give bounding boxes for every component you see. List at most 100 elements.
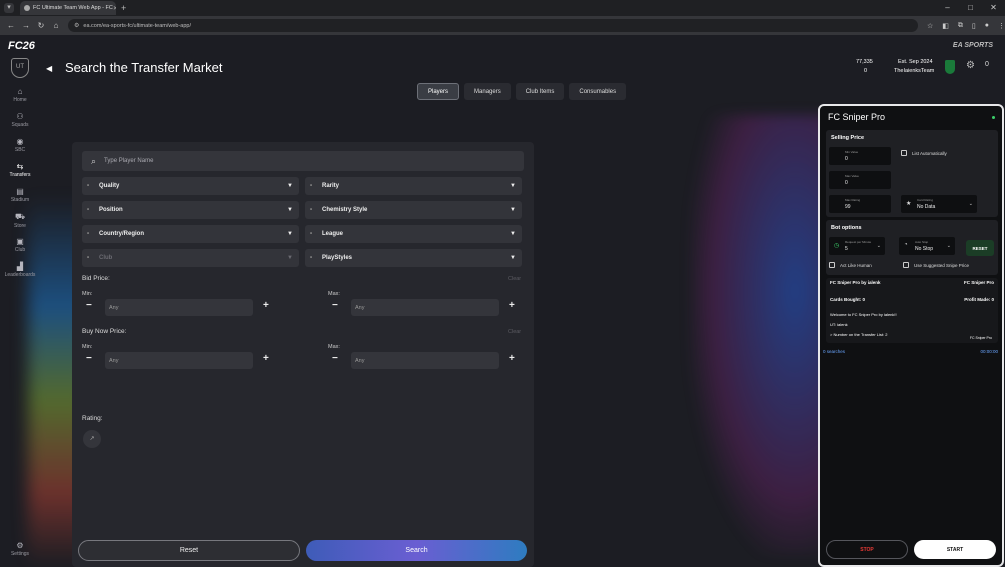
leaderboards-icon: ▟ [16, 262, 24, 271]
log-transfer-list: > Number on the Transfer List: 2 [830, 332, 888, 337]
request-per-minute-select[interactable]: ◷ Request per Minute 5 ⌄ [829, 237, 885, 255]
bid-min-input[interactable]: Any [105, 299, 253, 316]
position-dropdown[interactable]: • Position ▼ [82, 201, 299, 219]
sidebar-item-transfers[interactable]: ⇆ Transfers [0, 162, 40, 178]
buy-now-max-increase-button[interactable]: + [509, 353, 515, 364]
close-window-icon[interactable]: ✕ [982, 0, 1005, 16]
auto-stop-label: Auto Stop [915, 240, 929, 244]
tab-managers[interactable]: Managers [464, 83, 511, 100]
player-search-input[interactable]: ⌕ Type Player Name [82, 151, 524, 171]
country-region-dropdown[interactable]: • Country/Region ▼ [82, 225, 299, 243]
buy-now-min-decrease-button[interactable]: − [86, 353, 92, 364]
sidebar-item-label: SBC [14, 147, 26, 153]
store-icon: ⛟ [14, 212, 26, 221]
points-value: 0 [864, 68, 868, 74]
buy-now-max-input[interactable]: Any [351, 352, 499, 369]
sidebar-item-label: Leaderboards [4, 272, 36, 278]
sniper-reset-button[interactable]: RESET [966, 240, 994, 256]
buy-now-max-decrease-button[interactable]: − [332, 353, 338, 364]
league-dropdown[interactable]: • League ▼ [305, 225, 522, 243]
sidebar-item-home[interactable]: ⌂ Home [0, 87, 40, 103]
sidebar-item-store[interactable]: ⛟ Store [0, 212, 40, 229]
bid-min-label: Min: [82, 291, 93, 297]
close-tab-icon[interactable]: ✕ [113, 5, 116, 12]
sidebar-item-club[interactable]: ▣ Club [0, 237, 40, 253]
stop-button[interactable]: STOP [826, 540, 908, 559]
cards-bought-label: Cards Bought: [830, 297, 862, 302]
tab-players[interactable]: Players [417, 83, 460, 100]
league-label: League [322, 231, 344, 237]
min-value-field[interactable]: Min Value 0 [829, 147, 891, 165]
address-bar[interactable]: ⚙ ea.com/ea-sports-fc/ultimate-team/web-… [68, 19, 918, 32]
sidebar-item-stadium[interactable]: ▤ Stadium [0, 187, 40, 203]
playstyles-dropdown[interactable]: • PlayStyles ▼ [305, 249, 522, 267]
back-button[interactable]: ◀ [46, 64, 52, 73]
cards-bought-value: 0 [862, 297, 866, 302]
sidebar-item-leaderboards[interactable]: ▟ Leaderboards [0, 262, 40, 278]
sidebar-item-sbc[interactable]: ◉ SBC [0, 137, 40, 153]
run-timer: 00:00:00 [980, 349, 998, 354]
bid-max-increase-button[interactable]: + [509, 300, 515, 311]
quality-dropdown[interactable]: • Quality ▼ [82, 177, 299, 195]
puzzle-icon[interactable]: ⧉ [958, 22, 963, 30]
list-automatically-checkbox[interactable]: List Automatically [901, 150, 947, 156]
buy-now-max-label: Max: [328, 344, 340, 350]
card-rating-select[interactable]: ★ Card Rating No Data ⌄ [901, 195, 977, 213]
squads-icon: ⚇ [16, 112, 24, 121]
buy-now-min-input[interactable]: Any [105, 352, 253, 369]
tab-search-icon[interactable]: ▾ [4, 3, 14, 13]
max-rating: 99 [845, 204, 851, 210]
menu-icon[interactable]: ⋮ [998, 22, 1005, 30]
forward-icon[interactable]: → [22, 21, 30, 30]
log-welcome: Welcome to FC Sniper Pro by ialenk!! [830, 312, 897, 317]
extension-icon[interactable]: ◧ [942, 22, 949, 30]
settings-gear-icon[interactable]: ⚙ [966, 60, 975, 71]
site-info-icon[interactable]: ⚙ [74, 22, 79, 29]
reload-icon[interactable]: ↻ [37, 21, 45, 30]
request-per-minute-label: Request per Minute [845, 240, 872, 244]
fc-logo: FC26 [8, 40, 35, 52]
timer-icon: ◷ [834, 243, 840, 249]
home-browser-icon[interactable]: ⌂ [52, 21, 60, 30]
new-tab-icon[interactable]: + [121, 3, 126, 13]
sidebar-item-label: Club [14, 247, 26, 253]
window-controls: – □ ✕ [936, 0, 1005, 16]
bid-max-input[interactable]: Any [351, 299, 499, 316]
bid-clear-button[interactable]: Clear [508, 276, 521, 282]
tab-club-items[interactable]: Club Items [515, 83, 565, 100]
chevron-down-icon: ⌄ [876, 243, 881, 249]
bid-max-decrease-button[interactable]: − [332, 300, 338, 311]
rating-toggle[interactable]: ↗ [83, 430, 101, 448]
auto-stop-select[interactable]: ◔ Auto Stop No Stop ⌄ [899, 237, 955, 255]
bid-max-placeholder: Any [355, 304, 365, 311]
bid-min-decrease-button[interactable]: − [86, 300, 92, 311]
sidebar-item-settings[interactable]: ⚙ Settings [0, 541, 40, 557]
bookmark-star-icon[interactable]: ☆ [927, 22, 933, 30]
minimize-icon[interactable]: – [936, 0, 959, 16]
unassigned-count[interactable]: 0 [985, 61, 989, 68]
bid-min-increase-button[interactable]: + [263, 300, 269, 311]
sidepanel-icon[interactable]: ▯ [972, 22, 976, 30]
buy-now-min-increase-button[interactable]: + [263, 353, 269, 364]
maximize-icon[interactable]: □ [959, 0, 982, 16]
sidebar-item-label: Transfers [9, 172, 31, 178]
search-button[interactable]: Search [306, 540, 527, 561]
reset-button[interactable]: Reset [78, 540, 300, 561]
sniper-brand: FC Sniper Pro [963, 280, 994, 285]
browser-tab[interactable]: FC Ultimate Team Web App - FC ✕ [20, 1, 116, 15]
act-like-human-checkbox[interactable]: Act Like Human [829, 262, 872, 268]
chemistry-style-dropdown[interactable]: • Chemistry Style ▼ [305, 201, 522, 219]
sidebar-item-label: Settings [10, 551, 30, 557]
rarity-dropdown[interactable]: • Rarity ▼ [305, 177, 522, 195]
buy-now-clear-button[interactable]: Clear [508, 329, 521, 335]
use-suggested-price-checkbox[interactable]: Use Suggested Snipe Price [903, 262, 969, 268]
max-rating-field[interactable]: Max Rating 99 [829, 195, 891, 213]
sidebar-item-squads[interactable]: ⚇ Squads [0, 112, 40, 128]
back-icon[interactable]: ← [7, 21, 15, 30]
profile-icon[interactable]: ● [985, 22, 989, 29]
start-button[interactable]: START [914, 540, 996, 559]
max-value-field[interactable]: Max Value 0 [829, 171, 891, 189]
tab-consumables[interactable]: Consumables [569, 83, 627, 100]
bid-price-heading: Bid Price: [82, 275, 110, 282]
search-count: 0 searches [823, 349, 846, 354]
